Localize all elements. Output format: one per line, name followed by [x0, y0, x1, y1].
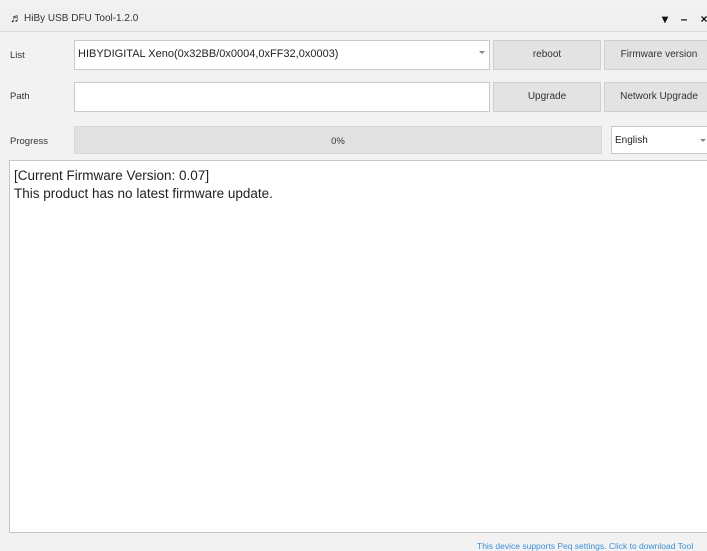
progress-bar: 0%	[74, 126, 602, 154]
log-line: [Current Firmware Version: 0.07]	[14, 168, 210, 183]
music-note-icon: ♬	[10, 11, 22, 25]
progress-percent: 0%	[331, 136, 345, 147]
path-input[interactable]	[74, 82, 490, 112]
window-title: HiBy USB DFU Tool-1.2.0	[24, 13, 139, 24]
chevron-down-icon	[700, 139, 706, 142]
log-line: This product has no latest firmware upda…	[14, 186, 273, 201]
network-upgrade-button[interactable]: Network Upgrade	[604, 82, 707, 112]
peq-download-link[interactable]: This device supports Peq settings. Click…	[477, 541, 693, 551]
firmware-version-button[interactable]: Firmware version	[604, 40, 707, 70]
upgrade-button[interactable]: Upgrade	[493, 82, 601, 112]
device-list-value: HIBYDIGITAL Xeno(0x32BB/0x0004,0xFF32,0x…	[78, 48, 339, 60]
device-list-combobox[interactable]: HIBYDIGITAL Xeno(0x32BB/0x0004,0xFF32,0x…	[74, 40, 490, 70]
language-value: English	[615, 135, 648, 146]
list-label: List	[10, 50, 25, 61]
chevron-down-icon	[479, 51, 485, 54]
window-menu-button[interactable]: ▾	[658, 10, 672, 28]
reboot-button[interactable]: reboot	[493, 40, 601, 70]
path-label: Path	[10, 91, 30, 102]
dfu-tool-window: ♬ HiBy USB DFU Tool-1.2.0 ▾ – × List HIB…	[0, 0, 707, 551]
language-select[interactable]: English	[611, 126, 707, 154]
progress-label: Progress	[10, 136, 49, 147]
close-button[interactable]: ×	[697, 10, 707, 28]
log-output: [Current Firmware Version: 0.07] This pr…	[9, 160, 707, 533]
title-bar: ♬ HiBy USB DFU Tool-1.2.0 ▾ – ×	[0, 8, 707, 32]
minimize-button[interactable]: –	[677, 10, 691, 28]
